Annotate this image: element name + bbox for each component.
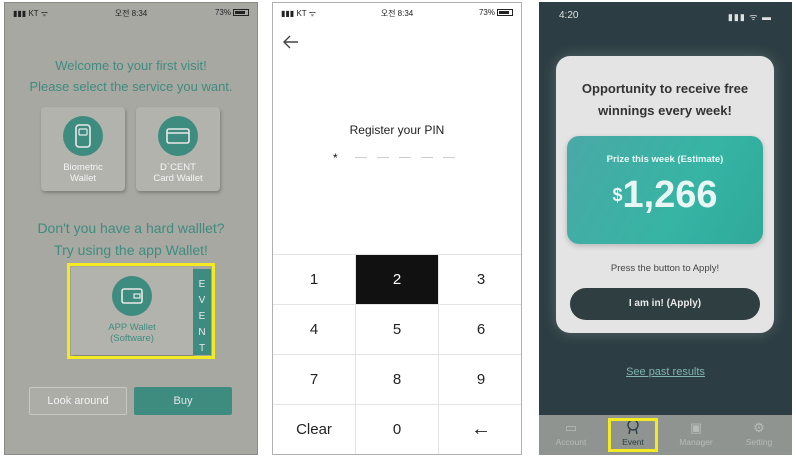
prize-label: Prize this week (Estimate) xyxy=(606,154,724,165)
status-bar: ▮▮▮ KT ᯤ 오전 8:34 73% xyxy=(273,3,521,23)
pin-slot xyxy=(399,157,411,158)
pin-indicator: * xyxy=(333,151,473,165)
key-6[interactable]: 6 xyxy=(439,305,521,355)
account-icon: ▭ xyxy=(564,420,578,435)
battery-icon xyxy=(497,9,513,17)
biometric-card-icon xyxy=(63,116,103,156)
pin-slot xyxy=(377,157,389,158)
look-around-button[interactable]: Look around xyxy=(29,387,127,415)
numeric-keypad: 1 2 3 4 5 6 7 8 9 Clear 0 ← xyxy=(273,254,521,454)
pin-slot xyxy=(443,157,455,158)
key-2[interactable]: 2 xyxy=(356,255,439,305)
key-0[interactable]: 0 xyxy=(356,405,439,454)
event-card: Opportunity to receive free winnings eve… xyxy=(556,56,774,333)
key-7[interactable]: 7 xyxy=(273,355,356,405)
key-clear[interactable]: Clear xyxy=(273,405,356,454)
phone-event-screen: 4:20 ▮▮▮ ᯤ ▬ Opportunity to receive free… xyxy=(539,2,792,455)
event-heading: Opportunity to receive free winnings eve… xyxy=(556,78,774,122)
bottom-tab-bar: ▭ Account Event ▣ Manager ⚙ Setting xyxy=(539,415,792,455)
biometric-wallet-label: Biometric Wallet xyxy=(63,162,103,184)
tab-account[interactable]: ▭ Account xyxy=(541,419,601,447)
key-3[interactable]: 3 xyxy=(439,255,521,305)
pin-entered-digit: * xyxy=(333,151,338,165)
tab-account-label: Account xyxy=(555,437,587,447)
apply-button[interactable]: I am in! (Apply) xyxy=(570,288,760,320)
past-results-link[interactable]: See past results xyxy=(539,366,792,378)
prize-amount: 1,266 xyxy=(622,174,718,216)
welcome-line-2: Please select the service you want. xyxy=(29,79,233,94)
pin-slot xyxy=(355,157,367,158)
phone-pin-screen: ▮▮▮ KT ᯤ 오전 8:34 73% Register your PIN *… xyxy=(272,2,522,455)
key-8[interactable]: 8 xyxy=(356,355,439,405)
dcent-card-wallet-button[interactable]: D`CENT Card Wallet xyxy=(136,107,220,191)
ask-line-2: Try using the app Wallet! xyxy=(54,242,208,258)
arrow-left-icon[interactable] xyxy=(283,33,299,54)
highlight-box-app-wallet xyxy=(67,263,215,359)
battery-indicator: 73% xyxy=(215,8,249,17)
welcome-line-1: Welcome to your first visit! xyxy=(55,58,207,73)
biometric-wallet-button[interactable]: Biometric Wallet xyxy=(41,107,125,191)
key-9[interactable]: 9 xyxy=(439,355,521,405)
key-5[interactable]: 5 xyxy=(356,305,439,355)
tab-setting-label: Setting xyxy=(745,437,773,447)
dcent-card-wallet-label: D`CENT Card Wallet xyxy=(153,162,203,184)
apply-instruction: Press the button to Apply! xyxy=(610,263,720,274)
prize-currency: $ xyxy=(612,185,623,205)
key-backspace[interactable]: ← xyxy=(439,405,521,454)
page-title: Register your PIN xyxy=(349,123,445,137)
tab-manager[interactable]: ▣ Manager xyxy=(666,419,726,447)
card-wallet-icon xyxy=(158,116,198,156)
manager-icon: ▣ xyxy=(689,420,703,435)
pin-slot xyxy=(421,157,433,158)
event-heading-line-2: winnings every week! xyxy=(598,103,732,118)
key-1[interactable]: 1 xyxy=(273,255,356,305)
tab-setting[interactable]: ⚙ Setting xyxy=(729,419,789,447)
battery-indicator: 73% xyxy=(479,8,513,17)
app-wallet-prompt: Don't you have a hard walllet? Try using… xyxy=(5,217,257,261)
status-bar: ▮▮▮ KT ᯤ 오전 8:34 73% xyxy=(5,3,257,23)
status-time: 4:20 xyxy=(559,10,579,21)
buy-button[interactable]: Buy xyxy=(134,387,232,415)
gear-icon: ⚙ xyxy=(753,420,765,435)
highlight-box-event-tab xyxy=(608,418,658,452)
ask-line-1: Don't you have a hard walllet? xyxy=(37,220,225,236)
event-heading-line-1: Opportunity to receive free xyxy=(581,81,749,96)
prize-panel: Prize this week (Estimate) $1,266 xyxy=(567,136,763,244)
prize-value: $1,266 xyxy=(567,174,763,217)
key-4[interactable]: 4 xyxy=(273,305,356,355)
phone-welcome-screen: ▮▮▮ KT ᯤ 오전 8:34 73% Welcome to your fir… xyxy=(4,2,258,455)
tab-manager-label: Manager xyxy=(679,437,713,447)
screenshot-composite: ▮▮▮ KT ᯤ 오전 8:34 73% Welcome to your fir… xyxy=(0,0,796,459)
battery-icon xyxy=(233,9,249,17)
welcome-text: Welcome to your first visit! Please sele… xyxy=(5,55,257,97)
status-icons: ▮▮▮ ᯤ ▬ xyxy=(727,12,772,22)
